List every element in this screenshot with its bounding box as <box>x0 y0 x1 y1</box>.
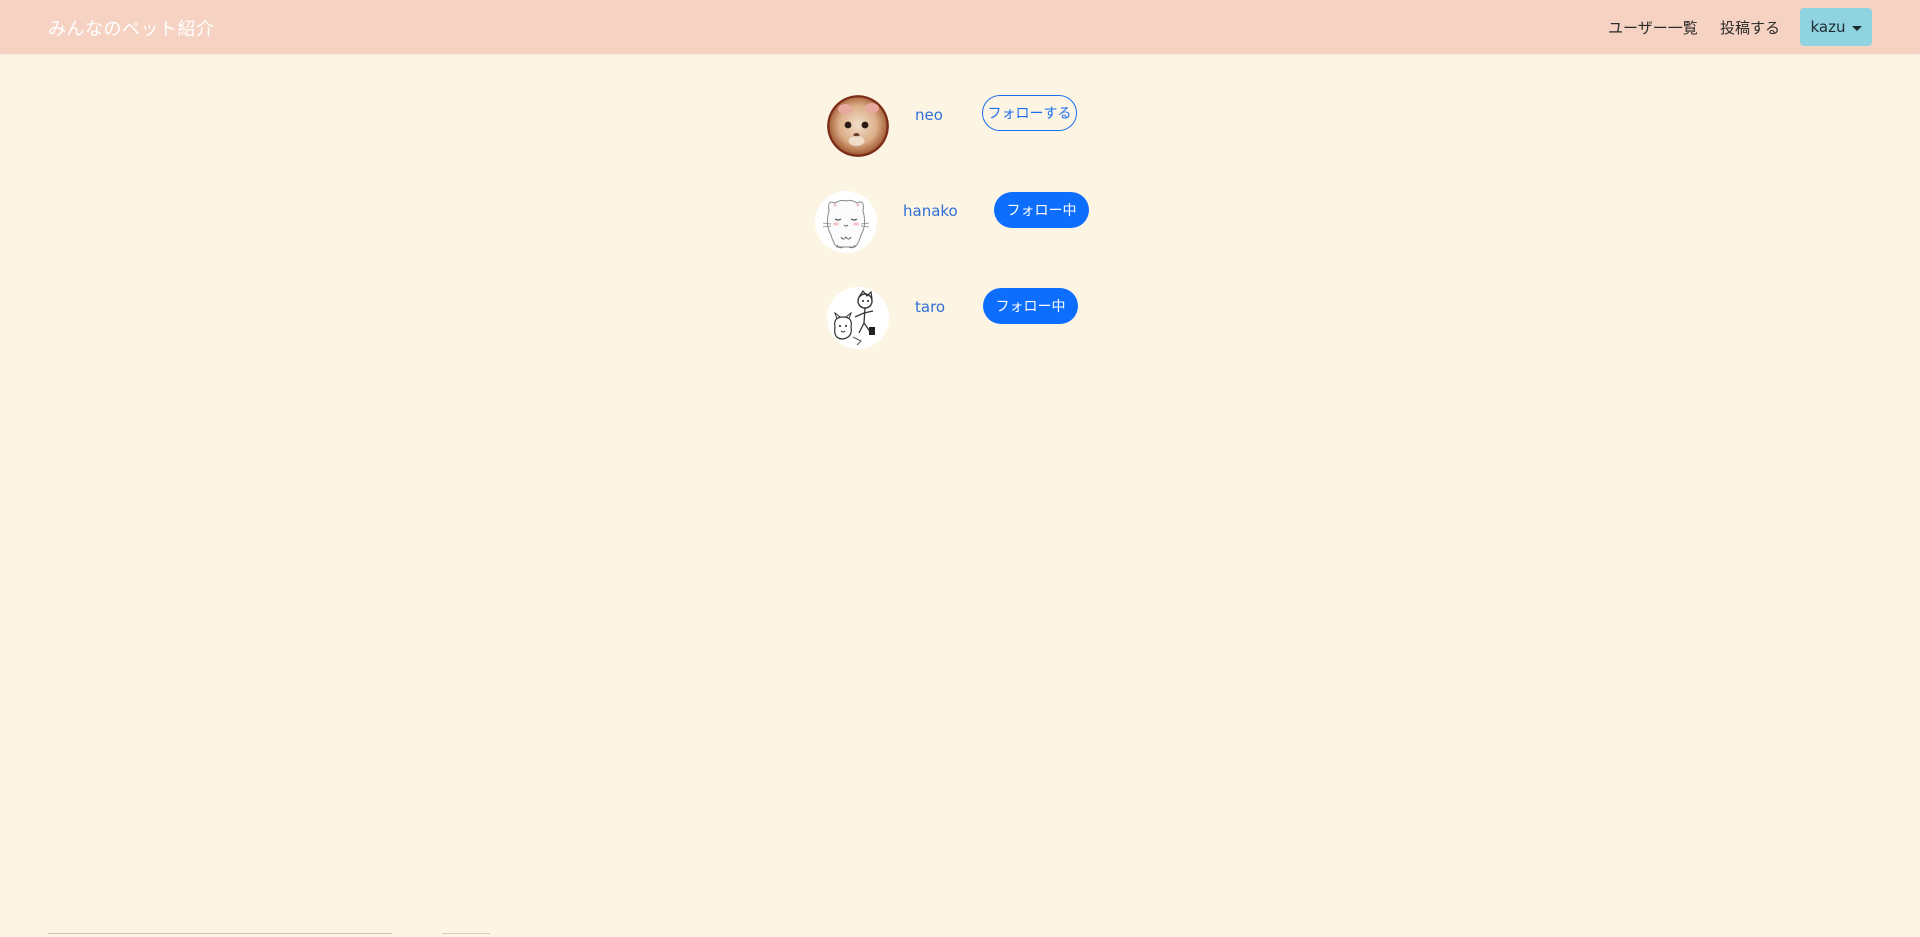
username-link[interactable]: taro <box>915 298 945 316</box>
username-link[interactable]: neo <box>915 106 943 124</box>
sketch-illustration-icon <box>827 287 889 349</box>
hamster-photo-avatar[interactable] <box>827 95 889 157</box>
white-cat-icon <box>815 191 877 253</box>
white-cat-illustration-avatar[interactable] <box>815 191 877 253</box>
footer-divider-secondary <box>442 933 490 934</box>
footer-divider <box>48 933 392 934</box>
follow-button[interactable]: フォローする <box>982 95 1077 131</box>
sketch-illustration-avatar[interactable] <box>827 287 889 349</box>
hamster-photo-icon <box>827 95 889 157</box>
user-list: neo フォローする hanako フォロー中 taro フォロー中 <box>0 0 1920 937</box>
following-button[interactable]: フォロー中 <box>994 192 1089 228</box>
username-link[interactable]: hanako <box>903 202 958 220</box>
following-button[interactable]: フォロー中 <box>983 288 1078 324</box>
